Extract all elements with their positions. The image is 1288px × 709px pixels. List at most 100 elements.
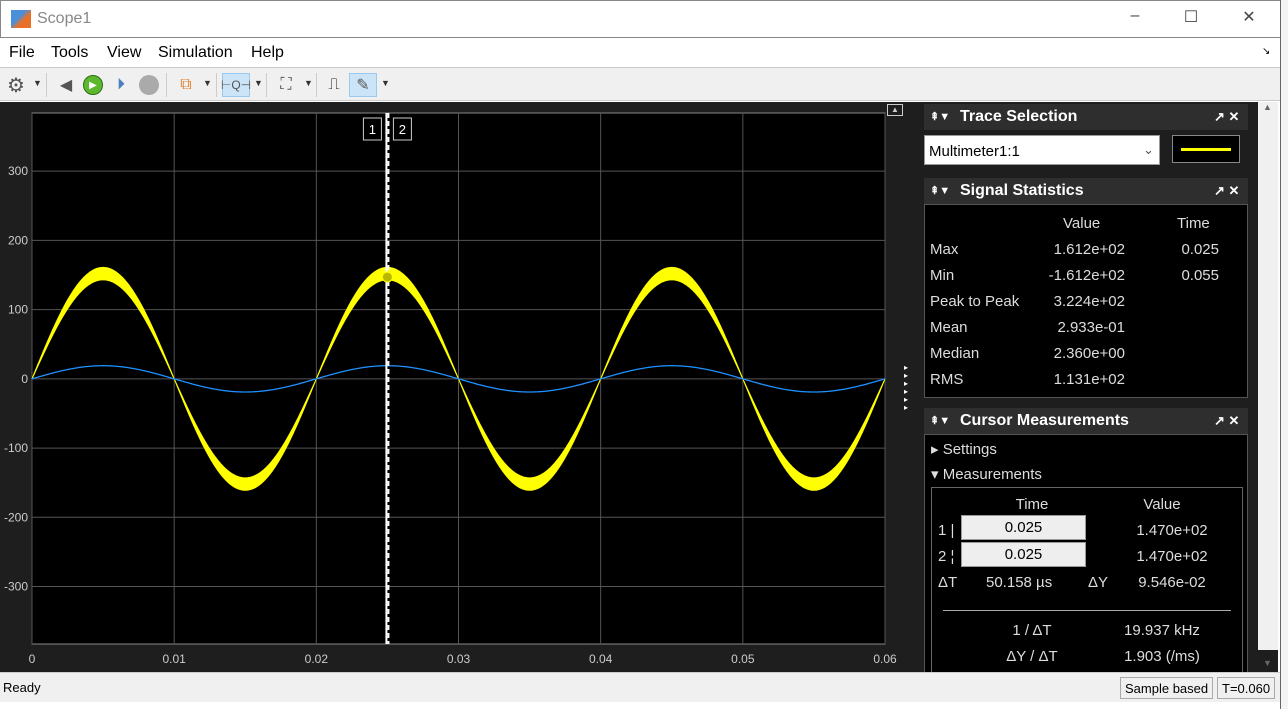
- x-tick-label: 0.05: [731, 652, 755, 666]
- cursor2-label: 2 ¦: [938, 548, 955, 565]
- delta-t-value: 50.158 µs: [986, 574, 1053, 591]
- stat-value: 1.612e+02: [1053, 241, 1125, 258]
- triggers-icon[interactable]: ⎍: [322, 73, 346, 97]
- autoscale-icon[interactable]: ⛶: [274, 73, 298, 97]
- stat-label: Median: [930, 345, 980, 362]
- measurements-label: Measurements: [942, 466, 1042, 483]
- settings-expander[interactable]: ▸ Settings: [931, 440, 997, 458]
- slope-value: 1.903 (/ms): [1124, 648, 1200, 665]
- y-tick-label: 200: [8, 233, 28, 247]
- cursor-label: 1: [369, 122, 376, 137]
- toolbar: ⚙ ▼ ◀ ▶ ⏵ ⧉ ▼ ⊢Q⊣ ▼ ⛶ ▼ ⎍ ✎ ▼: [0, 67, 1280, 101]
- cursor-measurements-header[interactable]: ⇞▼ Cursor Measurements ↗ ✕: [924, 408, 1248, 434]
- x-tick-label: 0.01: [162, 652, 186, 666]
- stat-value: 2.933e-01: [1057, 319, 1125, 336]
- chevron-down-icon[interactable]: ▼: [381, 78, 390, 88]
- minimize-button[interactable]: –: [1115, 7, 1155, 25]
- y-tick-label: 100: [8, 303, 28, 317]
- run-icon[interactable]: ▶: [81, 73, 105, 97]
- y-tick-label: 0: [21, 372, 28, 386]
- y-tick-label: -300: [4, 580, 28, 594]
- menu-view[interactable]: View: [107, 44, 141, 62]
- stat-time: 0.055: [1181, 267, 1219, 284]
- status-mode: Sample based: [1120, 677, 1214, 699]
- x-tick-label: 0.03: [447, 652, 471, 666]
- gear-icon[interactable]: ⚙: [4, 73, 28, 97]
- delta-t-label: ΔT: [938, 574, 958, 591]
- x-tick-label: 0: [29, 652, 36, 666]
- pin-icon[interactable]: ⇞▼: [930, 184, 950, 197]
- undock-close-icons[interactable]: ↗ ✕: [1214, 413, 1239, 429]
- x-tick-label: 0.04: [589, 652, 613, 666]
- signal-hierarchy-icon[interactable]: ⧉: [174, 73, 198, 97]
- scroll-down-icon[interactable]: ▼: [1263, 658, 1272, 668]
- menu-help[interactable]: Help: [251, 44, 284, 62]
- stat-label: RMS: [930, 371, 964, 388]
- measurements-expander[interactable]: ▾ Measurements: [931, 465, 1042, 483]
- chevron-down-icon[interactable]: ▼: [203, 78, 212, 88]
- window-title: Scope1: [37, 10, 92, 27]
- title-bar: Scope1 – ☐ ✕: [0, 0, 1288, 38]
- stat-value: -1.612e+02: [1048, 267, 1125, 284]
- trace-selection-header[interactable]: ⇞▼ Trace Selection ↗ ✕: [924, 104, 1248, 130]
- settings-label: Settings: [942, 441, 997, 458]
- delta-y-label: ΔY: [1088, 574, 1109, 591]
- stop-icon[interactable]: [137, 73, 161, 97]
- col-header: Value: [1143, 496, 1181, 513]
- inverse-delta-t-value: 19.937 kHz: [1124, 622, 1200, 639]
- trace-color-swatch: [1181, 148, 1231, 151]
- stat-value: 2.360e+00: [1053, 345, 1125, 362]
- zoom-x-icon[interactable]: ⊢Q⊣: [221, 73, 251, 97]
- dock-arrow-icon[interactable]: ↘: [1262, 46, 1270, 57]
- cursor-measurements-icon[interactable]: ✎: [349, 73, 377, 97]
- trace-select-dropdown[interactable]: Multimeter1:1 ⌄: [924, 135, 1160, 165]
- chevron-down-icon[interactable]: ▼: [304, 78, 313, 88]
- stat-time: 0.025: [1181, 241, 1219, 258]
- stat-value: 1.131e+02: [1053, 371, 1125, 388]
- cursor-measurements-body: ▸ Settings ▾ Measurements Time Value 1 |…: [924, 434, 1248, 677]
- delta-y-value: 9.546e-02: [1138, 574, 1206, 591]
- menu-simulation[interactable]: Simulation: [158, 44, 233, 62]
- menu-file[interactable]: File: [9, 44, 35, 62]
- cursor-marker: [381, 271, 393, 283]
- cursor2-time-input[interactable]: [961, 542, 1086, 567]
- close-button[interactable]: ✕: [1229, 7, 1269, 27]
- undock-close-icons[interactable]: ↗ ✕: [1214, 183, 1239, 199]
- separator: [266, 73, 267, 97]
- panel-collapse-icon[interactable]: ▸ ▸ ▸ ▸ ▸ ▸: [904, 364, 908, 412]
- col-header: Time: [1015, 496, 1049, 513]
- stat-label: Peak to Peak: [930, 293, 1020, 310]
- chevron-down-icon[interactable]: ⌄: [1143, 142, 1154, 158]
- scope-plot[interactable]: 0 0.01 0.02 0.03 0.04 0.05 0.06 300 200 100 0 -100 -…: [0, 102, 922, 672]
- matlab-logo-icon: [11, 10, 31, 28]
- panel-scrollbar[interactable]: ▲ ▼: [1258, 102, 1278, 672]
- undock-icon[interactable]: ▲: [887, 104, 903, 116]
- col-header: Time: [1177, 215, 1210, 232]
- signal-statistics-table: Value Time Max 1.612e+02 0.025 Min -1.612e+0…: [924, 204, 1248, 398]
- undock-close-icons[interactable]: ↗ ✕: [1214, 109, 1239, 125]
- cursor2-value: 1.470e+02: [1136, 548, 1208, 565]
- y-tick-label: -100: [4, 441, 28, 455]
- y-tick-label: 300: [8, 164, 28, 178]
- separator: [166, 73, 167, 97]
- chevron-down-icon[interactable]: ▼: [33, 78, 42, 88]
- step-back-icon[interactable]: ◀: [54, 73, 78, 97]
- divider: [943, 610, 1231, 611]
- background-window: [1280, 0, 1288, 709]
- cursor-measurements-title: Cursor Measurements: [960, 412, 1129, 429]
- stat-label: Mean: [930, 319, 968, 336]
- pin-icon[interactable]: ⇞▼: [930, 110, 950, 123]
- separator: [46, 73, 47, 97]
- scroll-up-icon[interactable]: ▲: [1263, 102, 1272, 112]
- menu-tools[interactable]: Tools: [51, 44, 88, 62]
- cursor1-time-input[interactable]: [961, 515, 1086, 540]
- stat-label: Max: [930, 241, 959, 258]
- step-forward-icon[interactable]: ⏵: [109, 73, 133, 97]
- trace-line-style[interactable]: [1172, 135, 1240, 163]
- maximize-button[interactable]: ☐: [1171, 7, 1211, 27]
- chevron-down-icon[interactable]: ▼: [254, 78, 263, 88]
- signal-statistics-header[interactable]: ⇞▼ Signal Statistics ↗ ✕: [924, 178, 1248, 204]
- pin-icon[interactable]: ⇞▼: [930, 414, 950, 427]
- x-tick-label: 0.02: [305, 652, 329, 666]
- y-tick-label: -200: [4, 510, 28, 524]
